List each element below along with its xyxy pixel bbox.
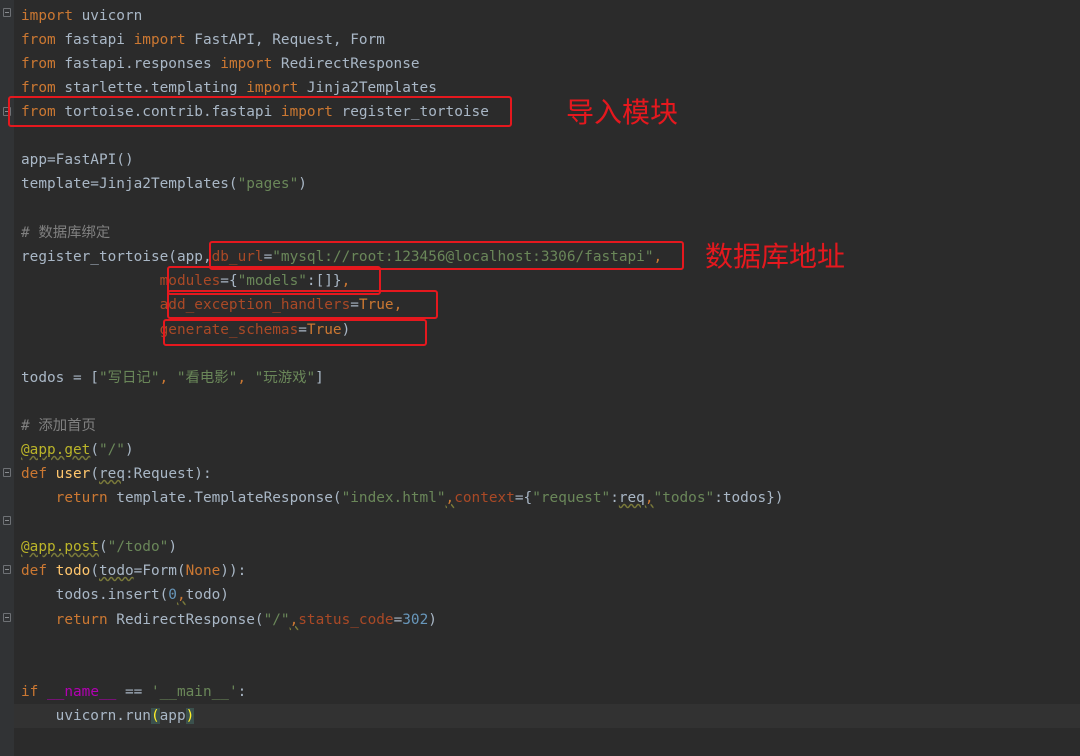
- code-line-30: uvicorn.run(app): [55, 708, 195, 724]
- annotation-import-module: 导入模块: [566, 96, 679, 129]
- code-line-7: app=FastAPI(): [21, 152, 134, 168]
- code-line-3: from fastapi.responses import RedirectRe…: [21, 56, 420, 72]
- code-line-8: template=Jinja2Templates("pages"): [21, 176, 307, 192]
- fold-icon[interactable]: [3, 516, 11, 525]
- annotation-db-address: 数据库地址: [705, 240, 846, 273]
- code-line-24: def todo(todo=Form(None)):: [21, 563, 247, 579]
- highlight-box-import: [8, 96, 512, 127]
- code-line-10: # 数据库绑定: [21, 225, 111, 241]
- code-line-20: def user(req:Request):: [21, 466, 212, 482]
- code-line-16: todos = ["写日记", "看电影", "玩游戏"]: [21, 370, 324, 386]
- code-line-18: # 添加首页: [21, 418, 96, 434]
- highlight-box-generate-schemas: [163, 319, 427, 346]
- code-line-23: @app.post("/todo"): [21, 539, 177, 555]
- fold-icon[interactable]: [3, 8, 11, 17]
- code-line-1: import uvicorn: [21, 8, 143, 24]
- code-line-21: return template.TemplateResponse("index.…: [55, 490, 784, 506]
- fold-icon[interactable]: [3, 565, 11, 574]
- code-line-2: from fastapi import FastAPI, Request, Fo…: [21, 32, 385, 48]
- code-line-19: @app.get("/"): [21, 442, 134, 458]
- highlight-box-exception-handlers: [167, 290, 438, 319]
- code-line-26: return RedirectResponse("/",status_code=…: [55, 612, 437, 628]
- fold-icon[interactable]: [3, 613, 11, 622]
- fold-icon[interactable]: [3, 468, 11, 477]
- code-line-29: if __name__ == '__main__':: [21, 684, 247, 700]
- code-line-25: todos.insert(0,todo): [55, 587, 229, 603]
